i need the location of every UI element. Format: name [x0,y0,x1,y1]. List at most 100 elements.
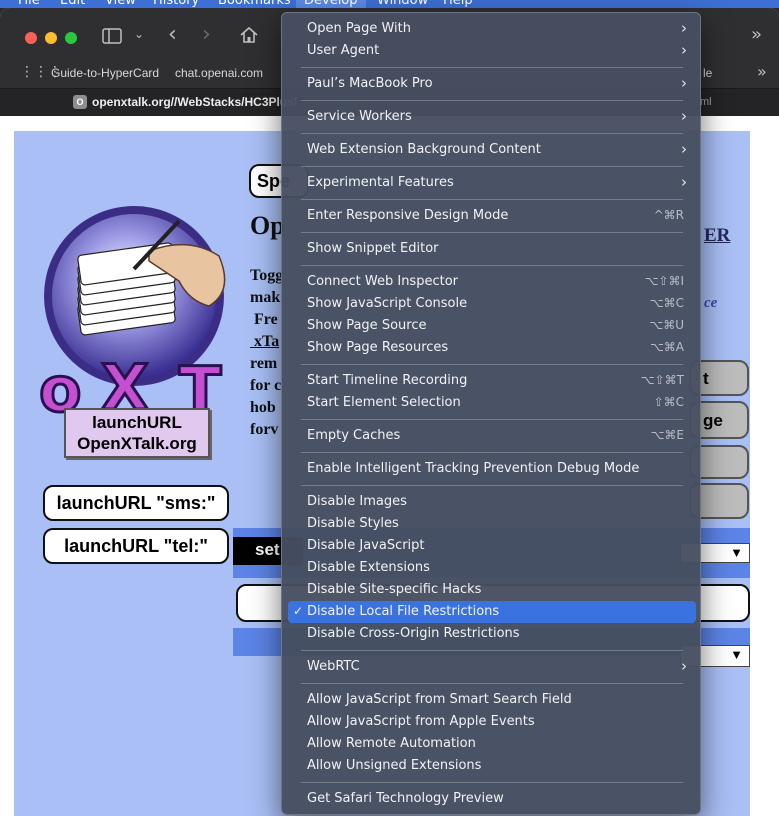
menubar-bookmarks[interactable]: Bookmarks [218,0,291,8]
menu-item-label: Disable Local File Restrictions [307,604,500,619]
tab-partial-title[interactable]: ml [700,96,712,108]
menu-item-label: Experimental Features [307,175,454,190]
menu-item-get-safari-technology-preview[interactable]: Get Safari Technology Preview [288,788,696,810]
menu-separator [301,67,683,68]
back-icon[interactable]: ‹ [168,22,177,47]
heading-fragment: Op [250,211,285,240]
overflow-icon[interactable]: » [751,24,762,45]
menu-item-webrtc[interactable]: WebRTC › [288,656,696,678]
tab-title[interactable]: openxtalk.org//WebStacks/HC3Plusl [92,95,297,109]
menu-item-show-snippet-editor[interactable]: Show Snippet Editor [288,238,696,260]
launchurl-tel-button[interactable]: launchURL "tel:" [43,528,229,564]
menu-separator [301,265,683,266]
forward-icon[interactable]: › [202,22,211,47]
chevron-right-icon: › [681,74,687,92]
menu-separator [301,166,683,167]
menu-item-disable-styles[interactable]: Disable Styles [288,513,696,535]
menu-item-label: Service Workers [307,109,412,124]
menu-item-show-page-source[interactable]: Show Page Source ⌥⌘U [288,315,696,337]
oxt-logo: o X T [38,201,259,428]
favorites-overflow-icon[interactable]: » [757,62,767,81]
menu-item-label: Allow Remote Automation [307,736,476,751]
menu-item-label: Get Safari Technology Preview [307,791,504,806]
menu-separator [301,485,683,486]
launchurl-sms-button[interactable]: launchURL "sms:" [43,485,229,521]
menu-separator [301,364,683,365]
menu-item-disable-site-specific-hacks[interactable]: Disable Site-specific Hacks [288,579,696,601]
menu-item-connect-web-inspector[interactable]: Connect Web Inspector ⌥⇧⌘I [288,271,696,293]
menubar-window[interactable]: Window [377,0,428,8]
menu-separator [301,683,683,684]
tab-favicon: O [73,95,87,109]
chevron-right-icon: › [681,657,687,675]
menu-item-paul-s-macbook-pro[interactable]: Paul’s MacBook Pro › [288,73,696,95]
home-icon[interactable] [239,26,259,49]
menu-item-disable-extensions[interactable]: Disable Extensions [288,557,696,579]
menu-item-open-page-with[interactable]: Open Page With › [288,18,696,40]
menu-item-label: Disable Site-specific Hacks [307,582,482,597]
menu-item-start-element-selection[interactable]: Start Element Selection ⇧⌘C [288,392,696,414]
heading-right-fragment: ER [704,225,731,246]
menu-item-enter-responsive-design-mode[interactable]: Enter Responsive Design Mode ^⌘R [288,205,696,227]
menu-item-web-extension-background-content[interactable]: Web Extension Background Content › [288,139,696,161]
menu-item-allow-javascript-from-smart-search-field[interactable]: Allow JavaScript from Smart Search Field [288,689,696,711]
menu-item-shortcut: ⌥⌘U [649,318,684,332]
menu-item-start-timeline-recording[interactable]: Start Timeline Recording ⌥⇧⌘T [288,370,696,392]
menu-item-label: Enable Intelligent Tracking Prevention D… [307,461,640,476]
zoom-window-button[interactable] [65,32,77,44]
menu-item-empty-caches[interactable]: Empty Caches ⌥⌘E [288,425,696,447]
menu-item-show-page-resources[interactable]: Show Page Resources ⌥⌘A [288,337,696,359]
menubar-file[interactable]: File [18,0,40,8]
favorite-partial[interactable]: le [703,66,712,80]
menu-item-label: Disable JavaScript [307,538,425,553]
favorite-guide-to-hypercard[interactable]: Guide-to-HyperCard [51,66,159,80]
menu-item-disable-cross-origin-restrictions[interactable]: Disable Cross-Origin Restrictions [288,623,696,645]
menu-item-allow-unsigned-extensions[interactable]: Allow Unsigned Extensions [288,755,696,777]
menubar-help[interactable]: Help [443,0,473,8]
menu-item-label: Disable Images [307,494,407,509]
menu-item-disable-javascript[interactable]: Disable JavaScript [288,535,696,557]
menubar-develop[interactable]: Develop [296,0,366,8]
menu-separator [301,232,683,233]
favorite-chat-openai[interactable]: chat.openai.com [175,66,263,80]
menu-item-label: Empty Caches [307,428,401,443]
chevron-right-icon: › [681,41,687,59]
menubar-view[interactable]: View [105,0,136,8]
sidebar-icon[interactable] [102,28,122,49]
menu-item-label: Enter Responsive Design Mode [307,208,509,223]
menu-item-allow-remote-automation[interactable]: Allow Remote Automation [288,733,696,755]
menu-item-experimental-features[interactable]: Experimental Features › [288,172,696,194]
menu-separator [301,650,683,651]
menu-item-label: Allow JavaScript from Smart Search Field [307,692,572,707]
menu-item-label: Connect Web Inspector [307,274,458,289]
chevron-right-icon: › [681,107,687,125]
menu-item-allow-javascript-from-apple-events[interactable]: Allow JavaScript from Apple Events [288,711,696,733]
menu-item-disable-local-file-restrictions[interactable]: Disable Local File Restrictions ✓ [288,601,696,623]
chevron-down-icon[interactable]: ⌄ [134,27,144,41]
dropdown-arrow-icon: ▼ [730,545,743,560]
menu-item-enable-intelligent-tracking-prevention-debug-mode[interactable]: Enable Intelligent Tracking Prevention D… [288,458,696,480]
menu-item-shortcut: ^⌘R [653,208,684,222]
menu-item-label: Show JavaScript Console [307,296,468,311]
menu-item-label: Allow Unsigned Extensions [307,758,482,773]
launchurl-openxtalk-button[interactable]: launchURL OpenXTalk.org [64,408,210,458]
menubar-edit[interactable]: Edit [60,0,85,8]
menu-item-disable-images[interactable]: Disable Images [288,491,696,513]
menu-separator [301,199,683,200]
menu-item-shortcut: ⌥⌘A [649,340,684,354]
menu-item-label: Disable Styles [307,516,399,531]
menu-item-shortcut: ⌥⌘E [650,428,684,442]
menu-item-shortcut: ⌥⇧⌘T [640,373,684,387]
menu-item-label: Start Element Selection [307,395,461,410]
menu-item-label: User Agent [307,43,380,58]
menu-item-service-workers[interactable]: Service Workers › [288,106,696,128]
menu-item-label: Disable Extensions [307,560,430,575]
menu-item-label: WebRTC [307,659,360,674]
close-window-button[interactable] [25,32,37,44]
menubar-history[interactable]: History [153,0,199,8]
chevron-right-icon: › [681,173,687,191]
menu-item-label: Web Extension Background Content [307,142,541,157]
minimize-window-button[interactable] [45,32,57,44]
menu-item-show-javascript-console[interactable]: Show JavaScript Console ⌥⌘C [288,293,696,315]
menu-item-user-agent[interactable]: User Agent › [288,40,696,62]
